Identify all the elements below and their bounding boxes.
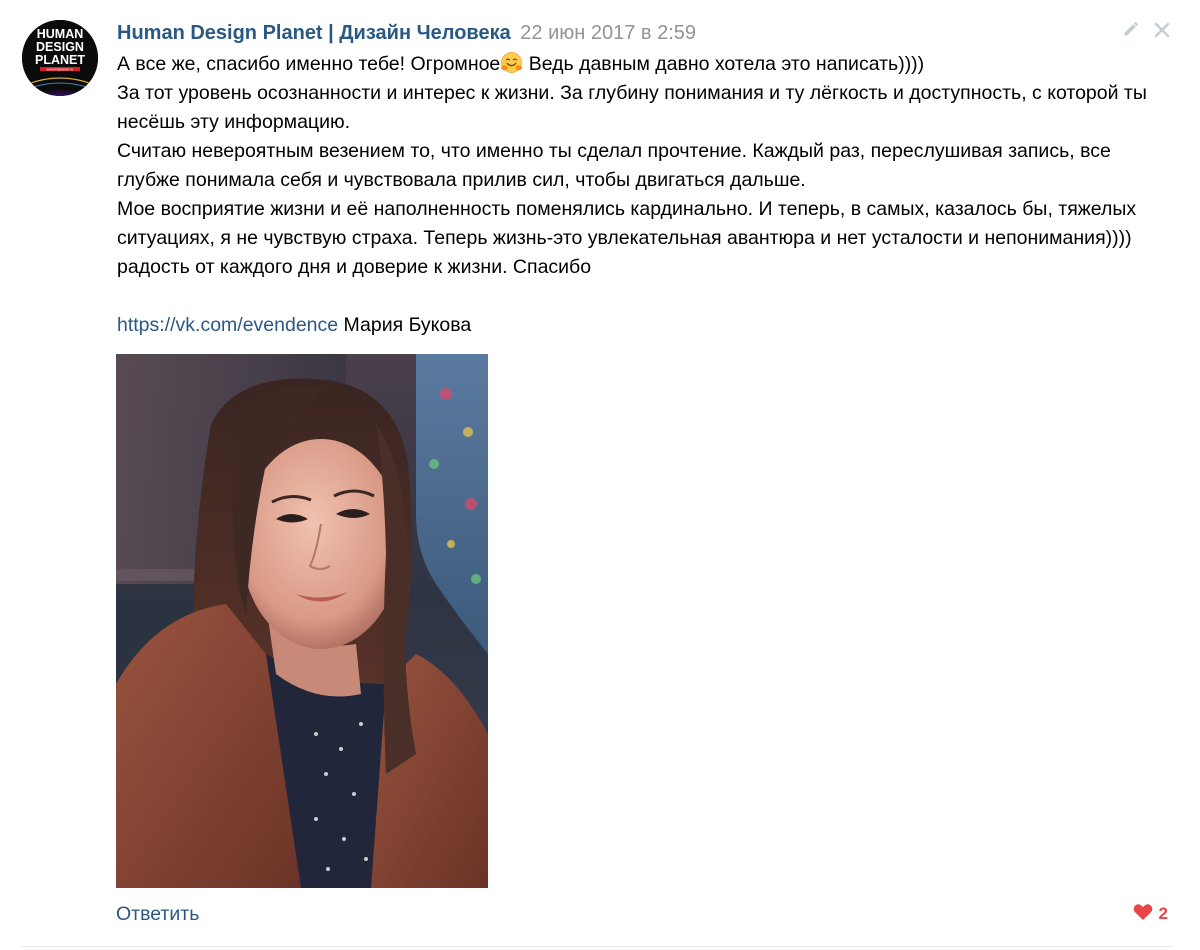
text-line-1-start: А все же, спасибо именно тебе! Огромное: [117, 53, 501, 75]
avatar-site-label: www.hdplanet.ru: [47, 67, 74, 71]
avatar-logo-line-3: PLANET: [35, 53, 85, 67]
like-button[interactable]: 2: [1133, 901, 1168, 927]
text-signature-line: https://vk.com/evendence Мария Букова: [117, 311, 1167, 340]
text-line-1-end: Ведь давным давно хотела это написать)))…: [523, 53, 925, 75]
close-icon[interactable]: [1152, 20, 1172, 40]
comment-date[interactable]: 22 июн 2017 в 2:59: [520, 22, 696, 44]
hugging-face-emoji: [500, 51, 523, 74]
author-link[interactable]: Human Design Planet | Дизайн Человека: [117, 22, 511, 44]
attached-photo[interactable]: [116, 354, 488, 888]
comment-tools: [1120, 20, 1172, 40]
reply-button[interactable]: Ответить: [116, 901, 199, 927]
comment-header: Human Design Planet | Дизайн Человека 22…: [117, 20, 696, 46]
profile-link[interactable]: https://vk.com/evendence: [117, 314, 338, 336]
divider: [22, 946, 1172, 947]
avatar[interactable]: HUMAN DESIGN PLANET www.hdplanet.ru: [22, 20, 98, 96]
signature-name: Мария Букова: [338, 314, 472, 336]
heart-icon: [1133, 903, 1153, 926]
comment-text: А все же, спасибо именно тебе! Огромное …: [117, 50, 1167, 340]
avatar-logo-line-2: DESIGN: [36, 40, 84, 54]
pencil-icon[interactable]: [1120, 20, 1140, 40]
text-line-1: А все же, спасибо именно тебе! Огромное …: [117, 50, 1167, 79]
comment: HUMAN DESIGN PLANET www.hdplanet.ru Huma…: [0, 0, 1200, 950]
text-paragraph-3: Считаю невероятным везением то, что имен…: [117, 140, 1111, 191]
text-paragraph-2: За тот уровень осознанности и интерес к …: [117, 82, 1147, 133]
text-paragraph-4: Мое восприятие жизни и её наполненность …: [117, 198, 1137, 278]
avatar-logo-line-1: HUMAN: [37, 27, 84, 41]
text-spacer: [117, 282, 1167, 311]
like-count: 2: [1158, 904, 1168, 923]
